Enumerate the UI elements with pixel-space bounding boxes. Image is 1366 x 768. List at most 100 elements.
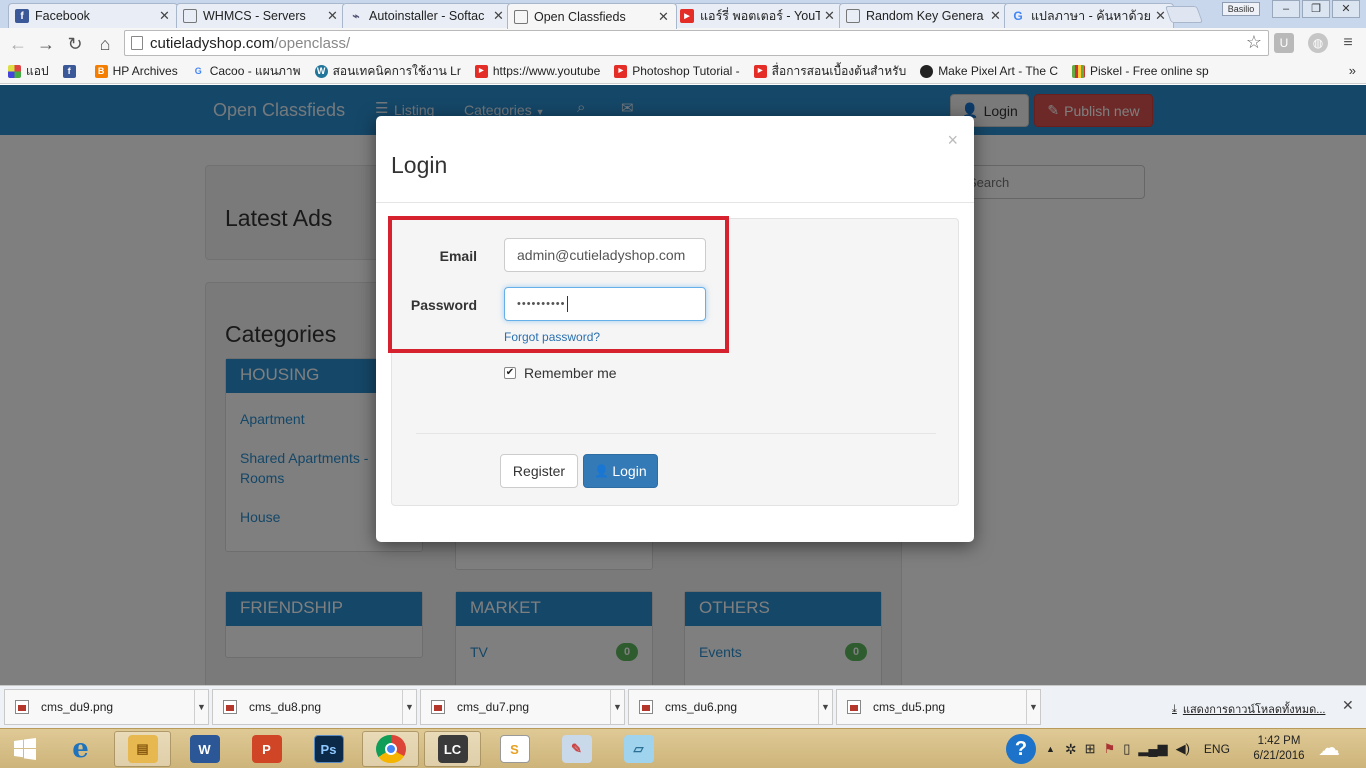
help-icon[interactable]: ?: [1006, 734, 1036, 764]
download-item[interactable]: cms_du8.png ▼: [212, 689, 417, 725]
login-submit-button[interactable]: 👤 Login: [583, 454, 658, 488]
taskbar-powerpoint[interactable]: P: [238, 731, 295, 767]
close-window-button[interactable]: ✕: [1332, 0, 1360, 18]
forgot-password-link[interactable]: Forgot password?: [504, 330, 600, 344]
page-info-icon[interactable]: [131, 36, 143, 50]
close-icon[interactable]: ✕: [658, 9, 670, 25]
remember-me[interactable]: ✔ Remember me: [504, 365, 617, 381]
onedrive-icon[interactable]: ☁: [1318, 735, 1340, 761]
chevron-down-icon[interactable]: ▼: [610, 690, 624, 724]
tab-whmcs[interactable]: WHMCS - Servers ✕: [176, 3, 346, 28]
bookmark-youtube[interactable]: ▶ https://www.youtube: [474, 64, 601, 78]
tab-youtube[interactable]: ▶ แอร์รี่ พอตเตอร์ - YouTu ✕: [673, 3, 843, 28]
taskbar-file-explorer[interactable]: ▤: [114, 731, 171, 767]
language-indicator[interactable]: ENG: [1204, 742, 1230, 756]
taskbar-chrome[interactable]: [362, 731, 419, 767]
tab-title: Random Key Genera: [866, 9, 984, 23]
email-label: Email: [439, 248, 477, 264]
download-item[interactable]: cms_du7.png ▼: [420, 689, 625, 725]
remember-checkbox[interactable]: ✔: [504, 367, 516, 379]
taskbar-word[interactable]: W: [176, 731, 233, 767]
forward-icon[interactable]: →: [34, 32, 58, 56]
bookmark-cacoo[interactable]: G Cacoo - แผนภาพ: [192, 62, 301, 81]
chevron-down-icon[interactable]: ▼: [818, 690, 832, 724]
bookmark-apps[interactable]: แอป: [8, 62, 49, 81]
notes-icon: ▱: [623, 735, 654, 763]
internet-explorer-icon: e: [72, 734, 89, 764]
back-icon[interactable]: ←: [6, 32, 30, 56]
taskbar-photoshop[interactable]: Ps: [300, 731, 357, 767]
chevron-down-icon[interactable]: ▼: [402, 690, 416, 724]
tab-google-translate[interactable]: G แปลภาษา - ค้นหาด้วย G ✕: [1004, 3, 1174, 28]
volume-icon[interactable]: ◀): [1176, 741, 1190, 757]
profile-badge[interactable]: Basilio: [1222, 2, 1260, 16]
chevron-down-icon[interactable]: ▼: [194, 690, 208, 724]
extension-u-icon[interactable]: U: [1274, 33, 1294, 53]
bookmark-make-pixel-art[interactable]: Make Pixel Art - The C: [920, 64, 1058, 78]
bookmark-piskel[interactable]: Piskel - Free online sp: [1072, 64, 1209, 78]
download-item[interactable]: cms_du9.png ▼: [4, 689, 209, 725]
extension-globe-icon[interactable]: ◍: [1308, 33, 1328, 53]
system-tray: ? ▲ ✲ ⊞ ⚑ ▯ ▂▄▆ ◀) ENG: [1006, 729, 1230, 768]
url-path: /openclass/: [274, 34, 351, 52]
bookmark-label: https://www.youtube: [492, 64, 601, 78]
bookmark-lr[interactable]: W สอนเทคนิคการใช้งาน Lr: [314, 62, 461, 81]
windows-tray-icon[interactable]: ⊞: [1085, 741, 1096, 757]
bookmark-photoshop-tutorial[interactable]: ▶ Photoshop Tutorial -: [614, 64, 740, 78]
tray-overflow-icon[interactable]: ▲: [1046, 744, 1055, 754]
taskbar-internet-explorer[interactable]: e: [52, 731, 109, 767]
taskbar-sketchbook[interactable]: S: [486, 731, 543, 767]
close-icon[interactable]: ✕: [824, 8, 836, 24]
tab-autoinstaller[interactable]: ⌁ Autoinstaller - Softac ✕: [342, 3, 512, 28]
email-field[interactable]: admin@cutieladyshop.com: [504, 238, 706, 272]
bookmark-facebook[interactable]: f: [62, 64, 81, 78]
show-all-downloads-link[interactable]: ⤓ แสดงการดาวน์โหลดทั้งหมด...: [1172, 700, 1325, 718]
lc-icon: LC: [437, 735, 468, 763]
image-file-icon: [223, 700, 237, 714]
minimize-button[interactable]: –: [1272, 0, 1300, 18]
download-name: cms_du5.png: [873, 700, 946, 714]
download-item[interactable]: cms_du6.png ▼: [628, 689, 833, 725]
folder-icon: ▤: [127, 735, 158, 763]
taskbar-notes[interactable]: ▱: [610, 731, 667, 767]
bookmark-hp-archives[interactable]: B HP Archives: [94, 64, 178, 78]
close-icon[interactable]: ✕: [327, 8, 339, 24]
tab-open-classfieds[interactable]: Open Classfieds ✕: [507, 3, 677, 29]
form-divider: [416, 433, 936, 434]
password-field[interactable]: ••••••••••: [504, 287, 706, 321]
network-icon[interactable]: ▂▄▆: [1138, 741, 1167, 757]
close-icon[interactable]: ✕: [493, 8, 505, 24]
download-name: cms_du6.png: [665, 700, 738, 714]
address-bar[interactable]: cutieladyshop.com/openclass/ ☆: [124, 30, 1269, 56]
tab-facebook[interactable]: f Facebook ✕: [8, 3, 178, 28]
more-bookmarks-icon[interactable]: »: [1349, 63, 1356, 78]
reload-icon[interactable]: ↻: [63, 32, 87, 56]
close-icon[interactable]: ✕: [1155, 8, 1167, 24]
close-icon[interactable]: ✕: [159, 8, 171, 24]
bookmark-thai-lessons[interactable]: ▶ สื่อการสอนเบื้องต้นสำหรับ: [753, 62, 906, 81]
close-icon[interactable]: ✕: [990, 8, 1002, 24]
taskbar-paint[interactable]: ✎: [548, 731, 605, 767]
chevron-down-icon[interactable]: ▼: [1026, 690, 1040, 724]
close-icon[interactable]: ×: [947, 130, 958, 151]
new-tab-button[interactable]: [1164, 6, 1204, 23]
tab-random-key[interactable]: Random Key Genera ✕: [839, 3, 1009, 28]
clock[interactable]: 1:42 PM 6/21/2016: [1244, 734, 1314, 764]
maximize-button[interactable]: ❐: [1302, 0, 1330, 18]
facebook-icon: f: [15, 9, 29, 23]
apps-icon: [8, 64, 21, 78]
register-button[interactable]: Register: [500, 454, 578, 488]
home-icon[interactable]: ⌂: [93, 32, 117, 56]
download-item[interactable]: cms_du5.png ▼: [836, 689, 1041, 725]
tab-title: Facebook: [35, 9, 90, 23]
youtube-icon: ▶: [680, 9, 694, 23]
battery-icon[interactable]: ▯: [1123, 741, 1130, 757]
flag-icon[interactable]: ⚑: [1104, 741, 1116, 757]
close-icon[interactable]: ✕: [1342, 697, 1354, 714]
taskbar-lc[interactable]: LC: [424, 731, 481, 767]
menu-icon[interactable]: ≡: [1338, 33, 1358, 53]
settings-icon[interactable]: ✲: [1065, 741, 1077, 758]
facebook-icon: f: [62, 64, 76, 78]
start-button[interactable]: [0, 731, 50, 767]
bookmark-star-icon[interactable]: ☆: [1246, 32, 1262, 53]
